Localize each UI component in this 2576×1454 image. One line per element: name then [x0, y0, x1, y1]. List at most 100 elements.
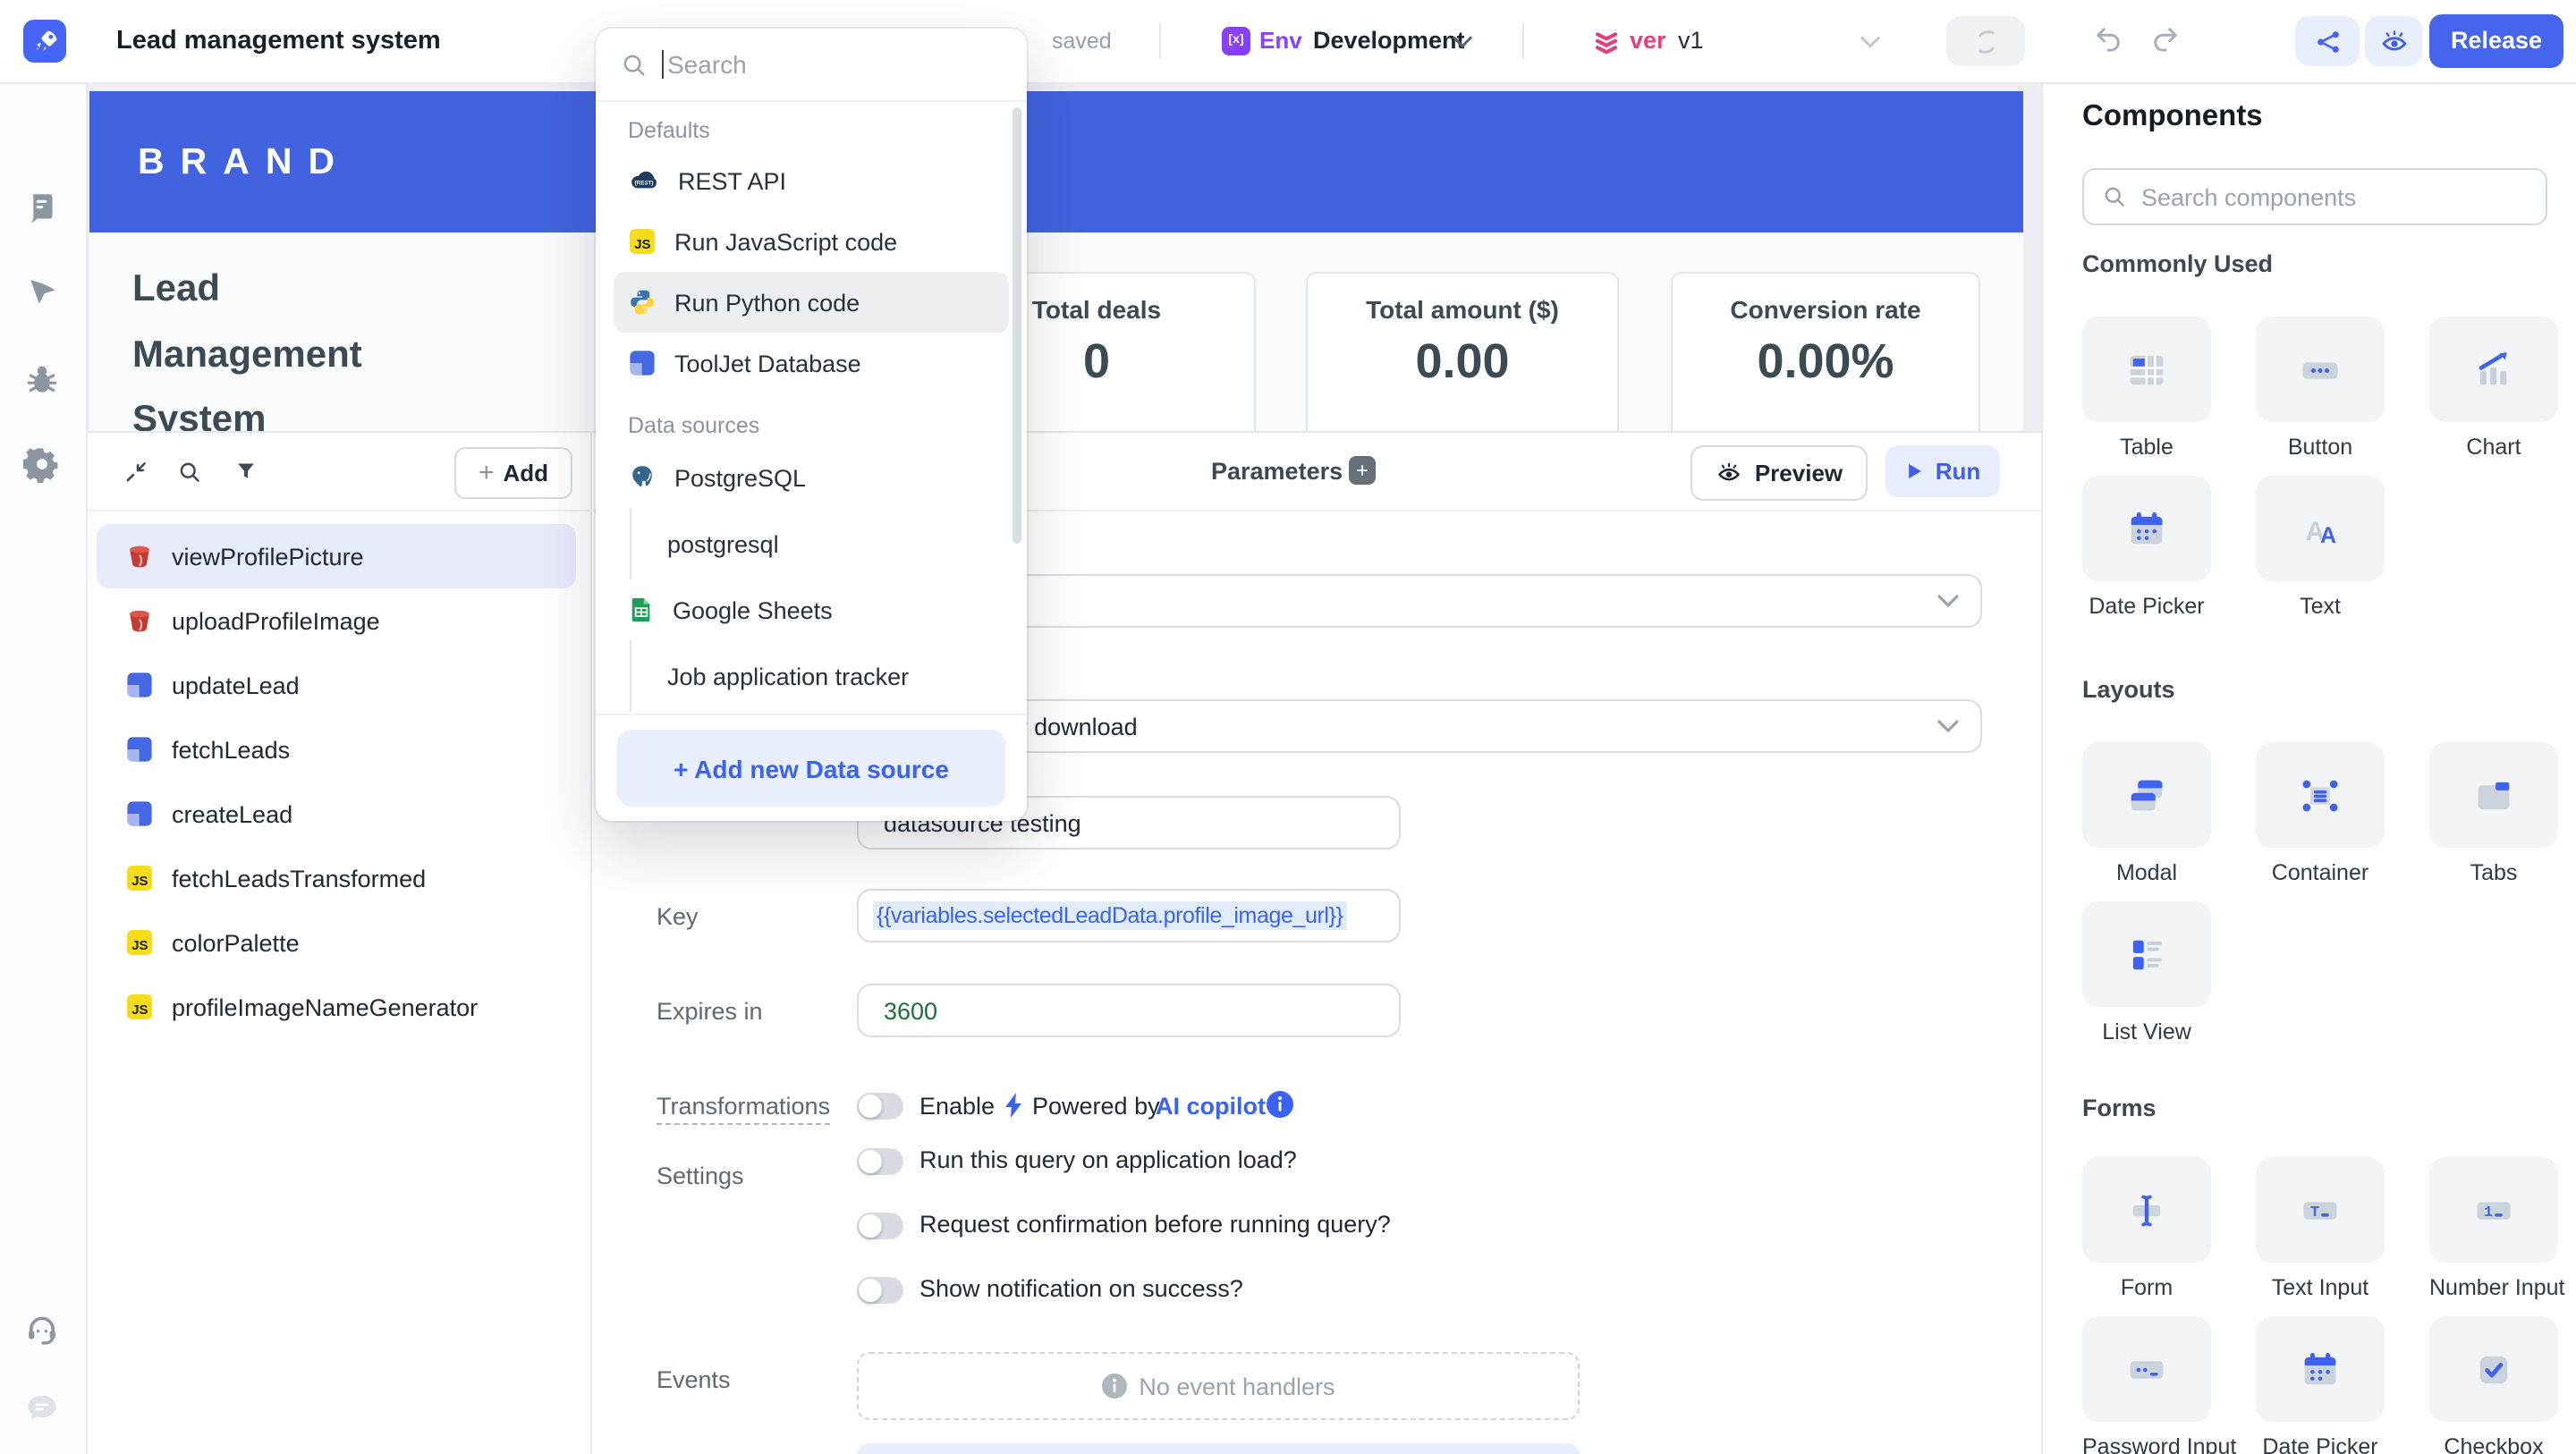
add-query-button[interactable]: + Add: [454, 447, 572, 499]
component-card-surface: AA: [2256, 476, 2385, 581]
search-icon[interactable]: [177, 460, 202, 485]
sidebar-item-debugger[interactable]: [23, 361, 63, 401]
setting-toggle[interactable]: [857, 1213, 903, 1239]
s3-icon: [125, 606, 154, 635]
expires-input[interactable]: 3600: [857, 984, 1401, 1037]
component-card-surface: 1: [2429, 1157, 2558, 1263]
datasource-option-postgresql[interactable]: PostgreSQL: [614, 447, 1009, 508]
textinput-icon: T: [2297, 1187, 2343, 1233]
query-list-item[interactable]: viewProfilePicture: [97, 524, 576, 588]
sidebar-item-pages[interactable]: [23, 190, 63, 229]
filter-icon[interactable]: [234, 460, 258, 483]
play-icon: [1905, 461, 1923, 481]
component-card-checkbox[interactable]: Checkbox: [2429, 1316, 2558, 1454]
left-sidebar: [0, 82, 88, 1454]
tooljet-logo-icon[interactable]: [23, 20, 66, 63]
support-icon: [23, 1311, 61, 1348]
datasource-option-label: Run Python code: [674, 289, 860, 316]
sidebar-item-settings[interactable]: [23, 445, 63, 485]
restapi-icon: {REST}: [628, 168, 660, 193]
component-card-form[interactable]: Form: [2082, 1157, 2211, 1304]
datasource-option-label: Google Sheets: [673, 596, 833, 623]
components-search-input[interactable]: Search components: [2082, 168, 2547, 225]
collapse-panel-icon[interactable]: [123, 460, 148, 485]
component-card-text-input[interactable]: T Text Input: [2256, 1157, 2385, 1304]
query-list-item[interactable]: createLead: [97, 782, 576, 846]
python-icon: [628, 288, 657, 317]
version-selector[interactable]: v1: [1678, 0, 1704, 82]
bolt-icon: [1005, 1093, 1023, 1118]
ai-copilot-link[interactable]: AI copilot: [1156, 1093, 1266, 1120]
query-run-button[interactable]: Run: [1885, 445, 2000, 497]
chevron-down-icon[interactable]: [1453, 36, 1472, 48]
key-input[interactable]: {{variables.selectedLeadData.profile_ima…: [857, 889, 1401, 943]
js-icon: JS: [628, 227, 657, 256]
component-card-tabs[interactable]: Tabs: [2429, 742, 2558, 889]
query-list-item[interactable]: JS profileImageNameGenerator: [97, 975, 576, 1039]
info-icon[interactable]: [1267, 1091, 1293, 1118]
component-card-table[interactable]: Table: [2082, 317, 2211, 463]
query-list-item[interactable]: JS colorPalette: [97, 910, 576, 975]
query-list-item[interactable]: updateLead: [97, 653, 576, 717]
setting-toggle[interactable]: [857, 1277, 903, 1304]
powered-by-label: Powered by: [1032, 1093, 1160, 1120]
redo-icon[interactable]: [2150, 25, 2181, 52]
datasource-option-google-sheets[interactable]: Google Sheets: [614, 579, 1009, 640]
app-canvas[interactable]: BRAND Lead Management System Total deals 0 T…: [86, 82, 2041, 431]
heading-line: System: [132, 399, 267, 431]
component-card-date-picker[interactable]: Date Picker: [2256, 1316, 2385, 1454]
share-button[interactable]: [2295, 16, 2360, 66]
sidebar-item-inspector[interactable]: [23, 274, 63, 313]
component-card-button[interactable]: Button: [2256, 317, 2385, 463]
component-card-list-view[interactable]: List View: [2082, 901, 2211, 1048]
query-list-item[interactable]: fetchLeads: [97, 717, 576, 782]
app-title[interactable]: Lead management system: [116, 0, 441, 82]
sidebar-item-support[interactable]: [23, 1311, 63, 1350]
datasource-option-run-python-code[interactable]: Run Python code: [614, 272, 1009, 333]
query-preview-button[interactable]: Preview: [1690, 445, 1868, 501]
datasource-option-run-javascript-code[interactable]: JS Run JavaScript code: [614, 211, 1009, 272]
sync-button[interactable]: [1946, 16, 2025, 66]
datasource-option-rest-api[interactable]: {REST} REST API: [614, 150, 1009, 211]
env-selector[interactable]: Development: [1313, 0, 1465, 82]
undo-icon[interactable]: [2093, 25, 2123, 52]
datasource-option-label: REST API: [678, 167, 787, 194]
component-card-container[interactable]: Container: [2256, 742, 2385, 889]
transformations-toggle[interactable]: [857, 1093, 903, 1120]
search-icon: [621, 51, 648, 78]
query-list-item[interactable]: JS fetchLeadsTransformed: [97, 846, 576, 910]
brand-header-widget[interactable]: BRAND: [89, 91, 2023, 232]
component-card-number-input[interactable]: 1 Number Input: [2429, 1157, 2564, 1304]
component-card-surface: [2082, 317, 2211, 422]
heading-line: Lead: [132, 268, 221, 309]
component-label: Text: [2300, 594, 2341, 619]
add-new-datasource-button[interactable]: + Add new Data source: [617, 730, 1005, 807]
save-status: saved: [1052, 29, 1112, 54]
component-card-text[interactable]: A A Text: [2256, 476, 2385, 622]
components-section-title: Commonly Used: [2082, 250, 2274, 277]
app-preview-button[interactable]: [2365, 16, 2422, 66]
chevron-down-icon[interactable]: [1860, 36, 1880, 48]
datasource-instance-postgresql[interactable]: postgresql: [630, 508, 1009, 579]
postgres-icon: [628, 463, 657, 492]
component-card-modal[interactable]: Modal: [2082, 742, 2211, 889]
add-parameter-button[interactable]: +: [1349, 456, 1376, 485]
enable-label: Enable: [919, 1093, 996, 1120]
stat-card[interactable]: Conversion rate 0.00%: [1671, 272, 1980, 431]
query-list-item[interactable]: uploadProfileImage: [97, 588, 576, 653]
sidebar-item-chat[interactable]: [23, 1390, 63, 1429]
component-card-chart[interactable]: Chart: [2429, 317, 2558, 463]
setting-toggle[interactable]: [857, 1148, 903, 1175]
scrollbar-thumb[interactable]: [1013, 107, 1021, 544]
new-event-handler-button[interactable]: New event handler: [857, 1443, 1580, 1454]
datasource-option-tooljet-database[interactable]: ToolJet Database: [614, 333, 1009, 393]
stat-card[interactable]: Total amount ($) 0.00: [1306, 272, 1619, 431]
datasource-instance-job-application-tracker[interactable]: Job application tracker: [630, 640, 1009, 712]
app-heading-widget[interactable]: Lead Management System: [132, 258, 362, 431]
component-card-password-input[interactable]: Password Input: [2082, 1316, 2236, 1454]
release-button[interactable]: Release: [2429, 14, 2563, 68]
expires-label: Expires in: [657, 998, 763, 1025]
component-card-date-picker[interactable]: Date Picker: [2082, 476, 2211, 622]
datasource-search-input[interactable]: Search: [596, 29, 1027, 102]
datasource-option-label: ToolJet Database: [674, 350, 861, 376]
